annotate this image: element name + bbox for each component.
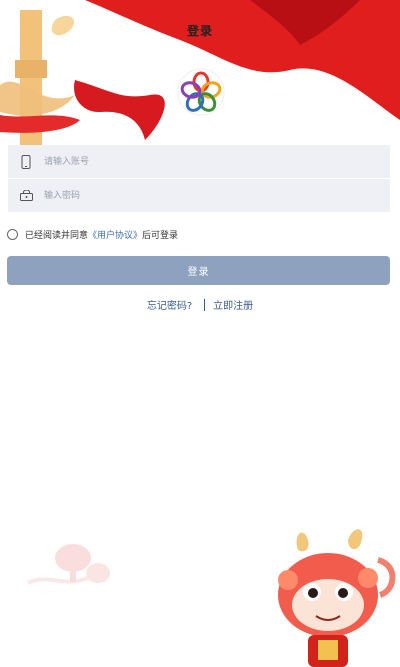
lock-icon xyxy=(8,190,44,201)
agree-radio[interactable] xyxy=(7,229,18,240)
agreement-prefix: 已经阅读并同意 xyxy=(25,231,89,241)
account-input[interactable] xyxy=(44,145,390,178)
password-input[interactable] xyxy=(44,179,390,212)
auth-links: 忘记密码? 立即注册 xyxy=(0,297,400,312)
phone-icon xyxy=(8,154,44,169)
user-agreement-link[interactable]: 《用户协议》 xyxy=(88,228,142,241)
dragon-art xyxy=(278,529,396,667)
forgot-password-link[interactable]: 忘记密码? xyxy=(147,297,192,312)
page-title: 登录 xyxy=(186,24,213,38)
account-field[interactable] xyxy=(8,145,390,178)
agreement-suffix: 后可登录 xyxy=(142,231,179,241)
register-link[interactable]: 立即注册 xyxy=(213,297,253,312)
password-field[interactable] xyxy=(8,179,390,212)
login-screen: 登录 已经阅读并同意 《用户协议》 xyxy=(0,0,400,667)
agreement-row: 已经阅读并同意 《用户协议》 后可登录 xyxy=(7,228,178,241)
link-divider xyxy=(204,298,206,311)
lantern-art xyxy=(27,544,110,585)
login-button[interactable]: 登录 xyxy=(7,256,390,285)
logo-icon xyxy=(177,68,225,116)
